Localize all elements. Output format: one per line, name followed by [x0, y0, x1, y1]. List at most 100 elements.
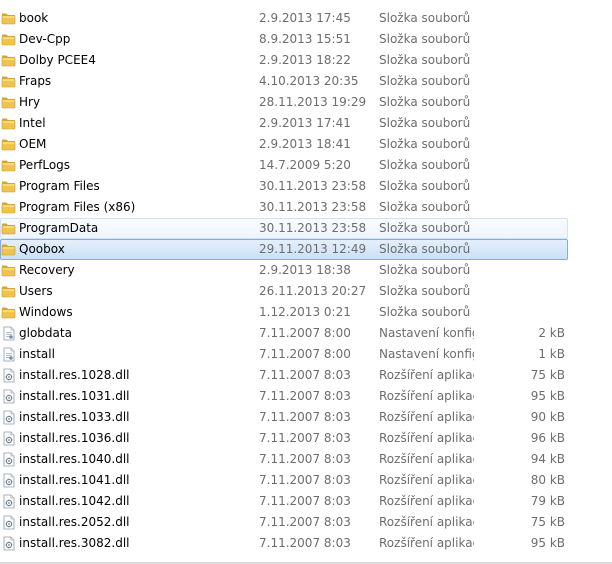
date-modified: 7.11.2007 8:03 [259, 452, 351, 466]
file-name: OEM [19, 137, 47, 151]
file-type: Složka souborů [379, 32, 471, 46]
file-list-row[interactable]: ProgramData 30.11.2013 23:58 Složka soubor… [0, 218, 568, 239]
folder-icon [1, 53, 16, 68]
file-type: Složka souborů [379, 284, 471, 298]
file-name: Users [19, 284, 53, 298]
folder-icon [1, 11, 16, 26]
file-type: Složka souborů [379, 263, 471, 277]
file-list-row[interactable]: PerfLogs 14.7.2009 5:20 Složka souborů [0, 155, 612, 176]
folder-icon [1, 263, 16, 278]
file-size: 75 kB [530, 368, 565, 382]
file-list-row[interactable]: install.res.1041.dll 7.11.2007 8:03 Rozšíř… [0, 470, 612, 491]
date-modified: 29.11.2013 12:49 [259, 242, 367, 256]
folder-icon [1, 137, 16, 152]
file-type: Rozšíření aplikace [379, 410, 474, 424]
file-size: 95 kB [530, 536, 565, 550]
file-name: Program Files [19, 179, 100, 193]
file-type: Složka souborů [379, 95, 471, 109]
file-list-row[interactable]: Dolby PCEE4 2.9.2013 18:22 Složka souborů [0, 50, 612, 71]
file-type: Složka souborů [379, 305, 471, 319]
file-list-row[interactable]: Hry 28.11.2013 19:29 Složka souborů [0, 92, 612, 113]
date-modified: 28.11.2013 19:29 [259, 95, 367, 109]
file-list-row[interactable]: book 2.9.2013 17:45 Složka souborů [0, 8, 612, 29]
file-list: book 2.9.2013 17:45 Složka souborů Dev-Cpp 8… [0, 0, 612, 562]
folder-icon [1, 284, 16, 299]
file-list-row[interactable]: install.res.1033.dll 7.11.2007 8:03 Rozšíř… [0, 407, 612, 428]
file-name: Intel [19, 116, 46, 130]
file-size: 94 kB [530, 452, 565, 466]
file-type: Rozšíření aplikace [379, 536, 474, 550]
file-size: 75 kB [530, 515, 565, 529]
file-type: Rozšíření aplikace [379, 368, 474, 382]
file-list-row[interactable]: Program Files (x86) 30.11.2013 23:58 Složk… [0, 197, 612, 218]
file-name: install.res.1040.dll [19, 452, 130, 466]
file-list-row[interactable]: Intel 2.9.2013 17:41 Složka souborů [0, 113, 612, 134]
file-list-row[interactable]: Fraps 4.10.2013 20:35 Složka souborů [0, 71, 612, 92]
folder-icon [1, 179, 16, 194]
file-list-row[interactable]: Windows 1.12.2013 0:21 Složka souborů [0, 302, 612, 323]
file-type: Rozšíření aplikace [379, 452, 474, 466]
file-size: 90 kB [530, 410, 565, 424]
file-type: Složka souborů [379, 11, 471, 25]
file-list-row[interactable]: install.res.1031.dll 7.11.2007 8:03 Rozšíř… [0, 386, 612, 407]
file-name: ProgramData [19, 221, 99, 235]
date-modified: 2.9.2013 18:41 [259, 137, 351, 151]
date-modified: 7.11.2007 8:03 [259, 389, 351, 403]
date-modified: 7.11.2007 8:00 [259, 326, 351, 340]
file-name: Fraps [19, 74, 52, 88]
file-name: install.res.1041.dll [19, 473, 130, 487]
file-type: Složka souborů [379, 158, 471, 172]
file-list-row[interactable]: install.res.1028.dll 7.11.2007 8:03 Rozšíř… [0, 365, 612, 386]
file-size: 79 kB [530, 494, 565, 508]
file-type: Složka souborů [379, 116, 471, 130]
file-list-row[interactable]: install.res.3082.dll 7.11.2007 8:03 Rozšíř… [0, 533, 612, 554]
file-name: book [19, 11, 49, 25]
date-modified: 7.11.2007 8:03 [259, 536, 351, 550]
date-modified: 1.12.2013 0:21 [259, 305, 351, 319]
file-list-row[interactable]: Recovery 2.9.2013 18:38 Složka souborů [0, 260, 612, 281]
file-type: Rozšíření aplikace [379, 515, 474, 529]
dll-file-icon [1, 431, 16, 446]
file-list-row[interactable]: OEM 2.9.2013 18:41 Složka souborů [0, 134, 612, 155]
date-modified: 30.11.2013 23:58 [259, 200, 367, 214]
file-type: Složka souborů [379, 242, 471, 256]
file-name: install.res.2052.dll [19, 515, 130, 529]
file-list-row[interactable]: install 7.11.2007 8:00 Nastavení konfigu..… [0, 344, 612, 365]
dll-file-icon [1, 368, 16, 383]
file-size: 80 kB [530, 473, 565, 487]
file-list-row[interactable]: Program Files 30.11.2013 23:58 Složka soub… [0, 176, 612, 197]
file-list-row[interactable]: install.res.1036.dll 7.11.2007 8:03 Rozšíř… [0, 428, 612, 449]
file-name: Qoobox [19, 242, 65, 256]
file-type: Složka souborů [379, 200, 471, 214]
date-modified: 7.11.2007 8:03 [259, 494, 351, 508]
file-size: 1 kB [538, 347, 565, 361]
file-size: 96 kB [530, 431, 565, 445]
file-name: install.res.1028.dll [19, 368, 130, 382]
file-list-row[interactable]: Qoobox 29.11.2013 12:49 Složka souborů [0, 239, 568, 260]
date-modified: 30.11.2013 23:58 [259, 221, 367, 235]
file-size: 95 kB [530, 389, 565, 403]
date-modified: 26.11.2013 20:27 [259, 284, 367, 298]
file-list-row[interactable]: install.res.1040.dll 7.11.2007 8:03 Rozšíř… [0, 449, 612, 470]
date-modified: 2.9.2013 17:45 [259, 11, 351, 25]
file-type: Nastavení konfigu... [379, 326, 474, 340]
file-list-row[interactable]: install.res.2052.dll 7.11.2007 8:03 Rozšíř… [0, 512, 612, 533]
file-type: Složka souborů [379, 74, 471, 88]
date-modified: 2.9.2013 18:22 [259, 53, 351, 67]
file-size: 2 kB [538, 326, 565, 340]
file-name: Hry [19, 95, 41, 109]
dll-file-icon [1, 452, 16, 467]
file-list-row[interactable]: install.res.1042.dll 7.11.2007 8:03 Rozšíř… [0, 491, 612, 512]
file-list-row[interactable]: globdata 7.11.2007 8:00 Nastavení konfigu.… [0, 323, 612, 344]
file-type: Rozšíření aplikace [379, 473, 474, 487]
folder-icon [1, 32, 16, 47]
folder-icon [1, 242, 16, 257]
file-type: Rozšíření aplikace [379, 389, 474, 403]
folder-icon [1, 116, 16, 131]
file-type: Složka souborů [379, 137, 471, 151]
folder-icon [1, 305, 16, 320]
file-list-row[interactable]: Users 26.11.2013 20:27 Složka souborů [0, 281, 612, 302]
file-type: Rozšíření aplikace [379, 431, 474, 445]
file-list-row[interactable]: Dev-Cpp 8.9.2013 15:51 Složka souborů [0, 29, 612, 50]
folder-icon [1, 74, 16, 89]
